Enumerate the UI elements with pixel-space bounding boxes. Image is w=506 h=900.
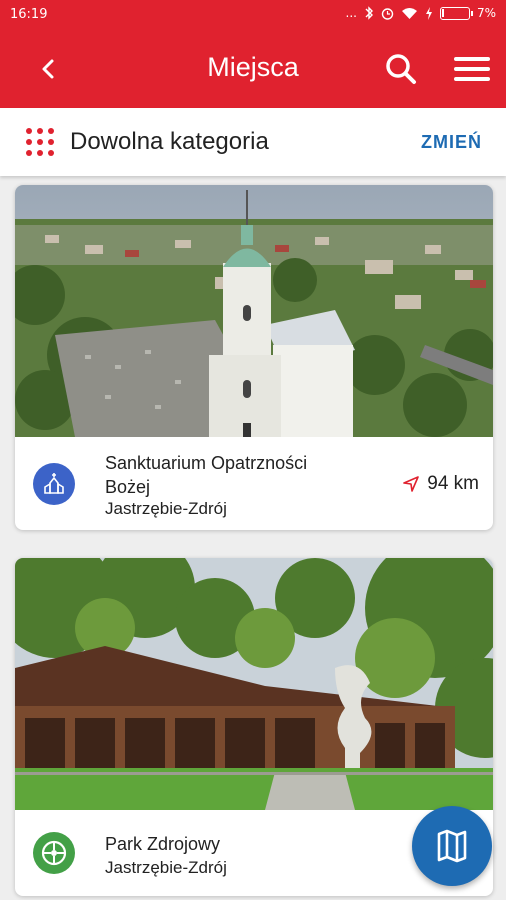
navigation-arrow-icon bbox=[403, 476, 420, 492]
wifi-icon bbox=[401, 7, 417, 19]
menu-button[interactable] bbox=[452, 50, 492, 88]
back-button[interactable] bbox=[32, 52, 66, 86]
grid-dots-icon bbox=[26, 128, 54, 156]
page-title: Miejsca bbox=[207, 52, 299, 82]
place-name: Sanktuarium Opatrzności Bożej bbox=[105, 453, 308, 497]
distance-value: 94 km bbox=[427, 473, 479, 494]
church-icon bbox=[33, 463, 75, 505]
battery-icon bbox=[439, 6, 473, 20]
change-category-button[interactable]: ZMIEŃ bbox=[421, 132, 482, 153]
app-bar: Miejsca bbox=[0, 30, 506, 108]
battery-percent: 7% bbox=[476, 6, 496, 20]
category-filter-bar: Dowolna kategoria ZMIEŃ bbox=[0, 108, 506, 176]
map-view-button[interactable] bbox=[412, 806, 492, 886]
search-button[interactable] bbox=[382, 50, 420, 88]
place-city: Jastrzębie-Zdrój bbox=[105, 858, 227, 877]
hamburger-menu-icon bbox=[454, 57, 490, 81]
category-label: Dowolna kategoria bbox=[70, 128, 269, 155]
status-time: 16:19 bbox=[10, 7, 48, 22]
battery-level bbox=[441, 8, 444, 17]
park-icon bbox=[33, 832, 75, 874]
status-icons: ... 7% bbox=[346, 6, 497, 20]
place-photo-park bbox=[15, 558, 493, 810]
map-icon bbox=[437, 829, 467, 863]
place-name: Park Zdrojowy bbox=[105, 834, 221, 854]
search-icon bbox=[386, 54, 416, 84]
signal-dots-icon: ... bbox=[345, 6, 357, 20]
alarm-icon bbox=[381, 7, 394, 20]
place-city: Jastrzębie-Zdrój bbox=[105, 499, 227, 518]
status-bar: 16:19 ... 7% bbox=[0, 0, 506, 30]
place-card[interactable]: Sanktuarium Opatrzności Bożej Jastrzębie… bbox=[15, 185, 493, 530]
bluetooth-icon bbox=[365, 6, 373, 20]
charging-icon bbox=[425, 6, 432, 20]
chevron-left-icon bbox=[42, 59, 54, 79]
place-distance: 94 km bbox=[403, 473, 479, 495]
place-photo-church bbox=[15, 185, 493, 437]
